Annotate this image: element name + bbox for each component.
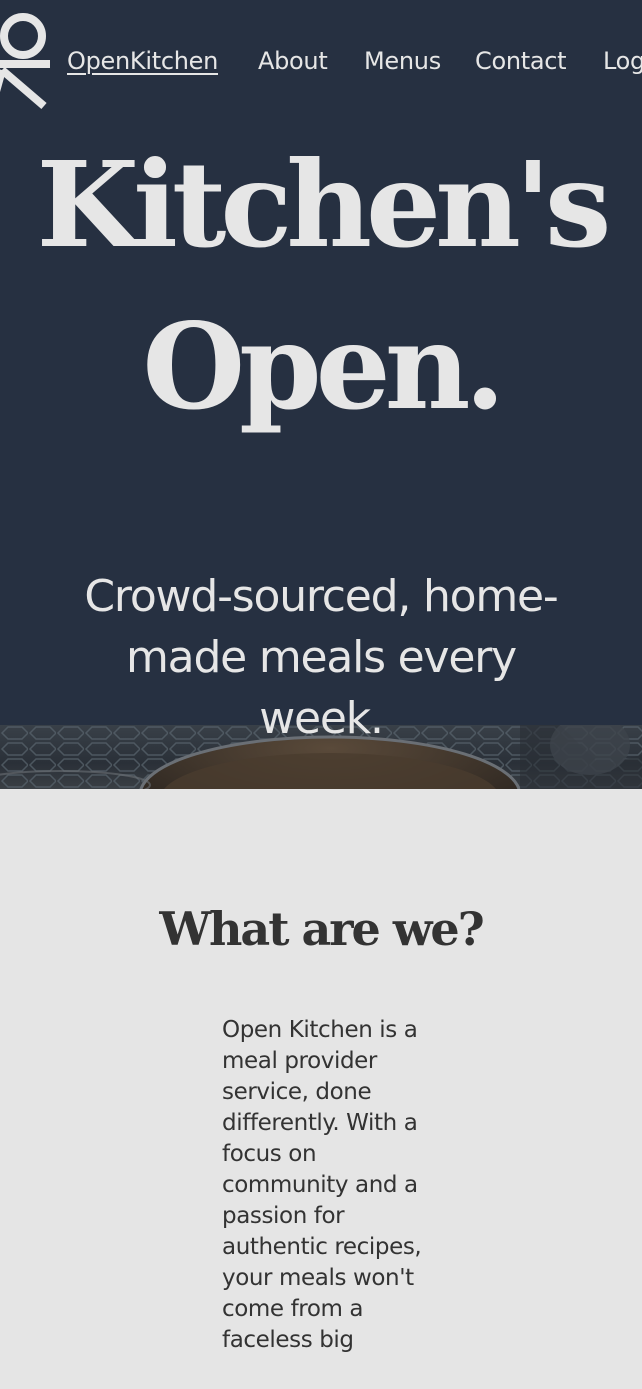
hero-subtitle: Crowd-sourced, home-made meals every wee…	[84, 571, 558, 744]
hero-section: OpenKitchen About Menus Contact Log Kitc…	[0, 0, 642, 789]
about-section-title: What are we?	[159, 902, 484, 956]
main-nav: OpenKitchen About Menus Contact Log	[0, 44, 642, 80]
about-section: What are we? Open Kitchen is a meal prov…	[0, 789, 642, 1389]
hero-title-line2: Open.	[142, 297, 505, 436]
nav-link-about[interactable]: About	[258, 44, 328, 78]
nav-link-openkitchen[interactable]: OpenKitchen	[67, 44, 218, 78]
hero-title: Kitchen's Open.	[0, 124, 642, 448]
nav-link-contact[interactable]: Contact	[475, 44, 567, 78]
nav-link-login[interactable]: Log	[603, 44, 642, 78]
nav-link-menus[interactable]: Menus	[364, 44, 441, 78]
hero-title-line1: Kitchen's	[36, 135, 612, 274]
about-section-body: Open Kitchen is a meal provider service,…	[222, 1017, 422, 1353]
